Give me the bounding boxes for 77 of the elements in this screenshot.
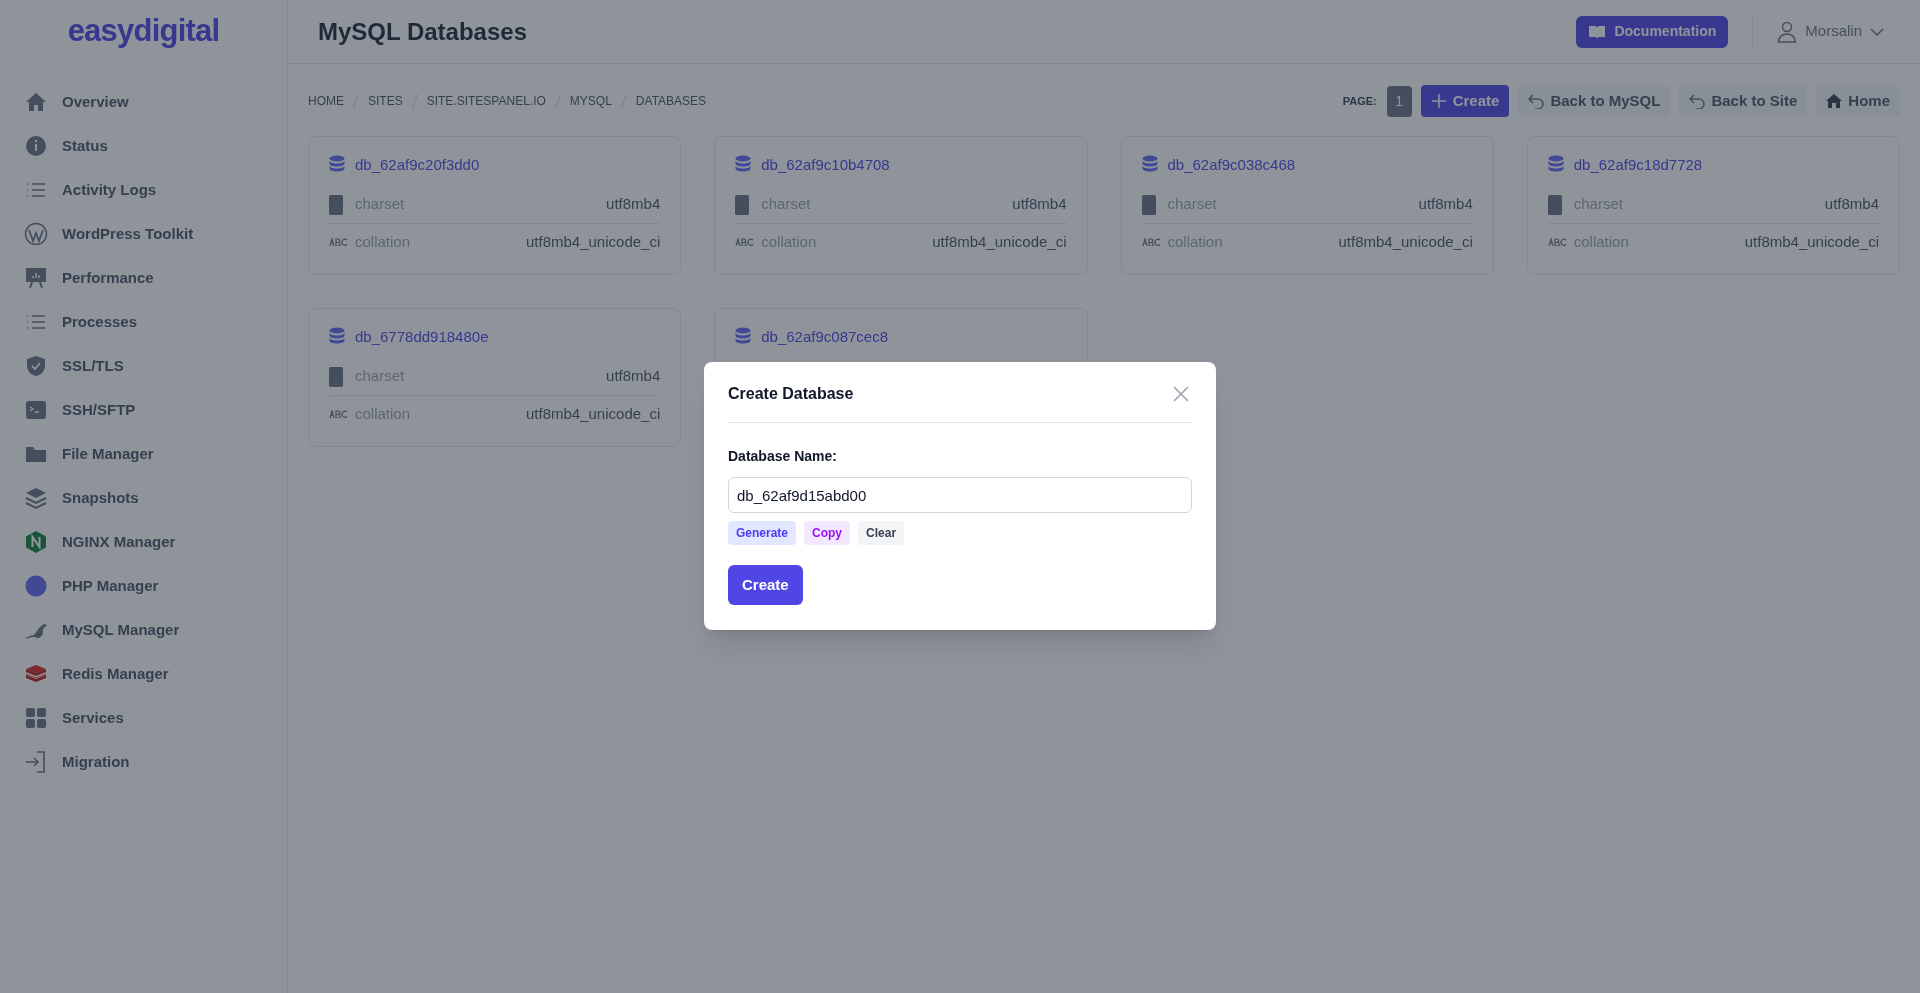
home-icon	[24, 90, 48, 114]
property-value: utf8mb4_unicode_ci	[932, 231, 1067, 252]
property-value: utf8mb4_unicode_ci	[1338, 231, 1473, 252]
database-name-link[interactable]: db_62af9c20f3dd0	[355, 154, 480, 177]
wordpress-icon	[24, 222, 48, 246]
sidebar-item[interactable]: Overview	[24, 80, 263, 124]
property-value: utf8mb4	[606, 366, 661, 387]
back-button[interactable]: Back to MySQL	[1518, 85, 1671, 117]
sidebar-item[interactable]: File Manager	[24, 432, 263, 476]
close-icon[interactable]	[1173, 386, 1189, 402]
breadcrumb-link[interactable]: DATABASES	[635, 92, 707, 110]
copy-button[interactable]: Copy	[804, 521, 851, 545]
breadcrumb-link[interactable]: MYSQL	[569, 92, 612, 110]
generate-button[interactable]: Generate	[728, 521, 797, 545]
database-name-link[interactable]: db_6778dd918480e	[355, 326, 489, 349]
sidebar-item[interactable]: SSL/TLS	[24, 344, 263, 388]
sidebar-item[interactable]: WordPress Toolkit	[24, 212, 263, 256]
sidebar-item[interactable]: Status	[24, 124, 263, 168]
sidebar-item[interactable]: MySQL Manager	[24, 608, 263, 652]
chevron-down-icon	[1870, 27, 1884, 36]
plus-icon	[1430, 93, 1447, 109]
sidebar-item[interactable]: Performance	[24, 256, 263, 300]
property-value: utf8mb4	[1012, 194, 1067, 215]
grid-icon	[24, 706, 48, 730]
sidebar-item[interactable]: Services	[24, 696, 263, 740]
sidebar-item[interactable]: Processes	[24, 300, 263, 344]
presentation-chart-icon	[24, 266, 48, 290]
undo-arrow-icon	[1528, 93, 1545, 109]
page-number[interactable]: 1	[1386, 85, 1412, 117]
field-label: Database Name:	[728, 447, 838, 466]
clear-button[interactable]: Clear	[858, 521, 905, 545]
sidebar-item[interactable]: Snapshots	[24, 476, 263, 520]
page-title: MySQL Databases	[318, 16, 528, 47]
database-name-field[interactable]: db_62af9d15abd00	[728, 477, 1192, 513]
database-name-link[interactable]: db_62af9c18d7728	[1573, 154, 1703, 177]
property-value: utf8mb4_unicode_ci	[526, 231, 661, 252]
sidebar-item[interactable]: SSH/SFTP	[24, 388, 263, 432]
sign-in-icon	[24, 750, 48, 774]
create-button[interactable]: Create	[1420, 85, 1510, 117]
shield-check-icon	[24, 354, 48, 378]
user-menu[interactable]: Morsalin	[1777, 20, 1884, 43]
home-icon	[1826, 93, 1843, 109]
book-icon	[1588, 23, 1607, 40]
sidebar-item[interactable]: Migration	[24, 740, 263, 784]
logo[interactable]: easydigital	[67, 8, 220, 55]
create-button[interactable]: Create	[728, 565, 803, 605]
letters-icon	[329, 410, 349, 418]
database-name-link[interactable]: db_62af9c087cec8	[761, 326, 889, 349]
hexagon-n-icon	[24, 530, 48, 554]
property-value: utf8mb4_unicode_ci	[1744, 231, 1879, 252]
undo-arrow-icon	[1689, 93, 1706, 109]
breadcrumb-link[interactable]: HOME	[308, 92, 344, 110]
home-button[interactable]: Home	[1816, 85, 1900, 117]
letters-icon	[329, 238, 349, 246]
info-icon	[24, 134, 48, 158]
breadcrumb-link[interactable]: SITE.SITESPANEL.IO	[426, 92, 546, 110]
property-value: utf8mb4	[1824, 194, 1879, 215]
breadcrumb-link[interactable]: SITES	[368, 92, 403, 110]
sidebar-item[interactable]: PHP Manager	[24, 564, 263, 608]
sidebar-item[interactable]: NGINX Manager	[24, 520, 263, 564]
letters-icon	[735, 238, 756, 246]
letters-icon	[1141, 238, 1162, 246]
property-value: utf8mb4	[606, 194, 661, 215]
dialog-title: Create Database	[728, 384, 854, 404]
layers-icon	[24, 486, 48, 510]
back-button[interactable]: Back to Site	[1679, 85, 1808, 117]
property-value: utf8mb4_unicode_ci	[526, 403, 661, 424]
user-icon	[1777, 20, 1798, 43]
database-name-link[interactable]: db_62af9c038c468	[1167, 154, 1296, 177]
sidebar-item[interactable]: Redis Manager	[24, 652, 263, 696]
page-label: PAGE:	[1342, 93, 1377, 109]
documentation-button[interactable]: Documentation	[1576, 15, 1729, 48]
property-value: utf8mb4	[1418, 194, 1473, 215]
sidebar-item[interactable]: Activity Logs	[24, 168, 263, 212]
terminal-icon	[24, 398, 48, 422]
letters-icon	[1547, 238, 1568, 246]
database-name-link[interactable]: db_62af9c10b4708	[761, 154, 890, 177]
